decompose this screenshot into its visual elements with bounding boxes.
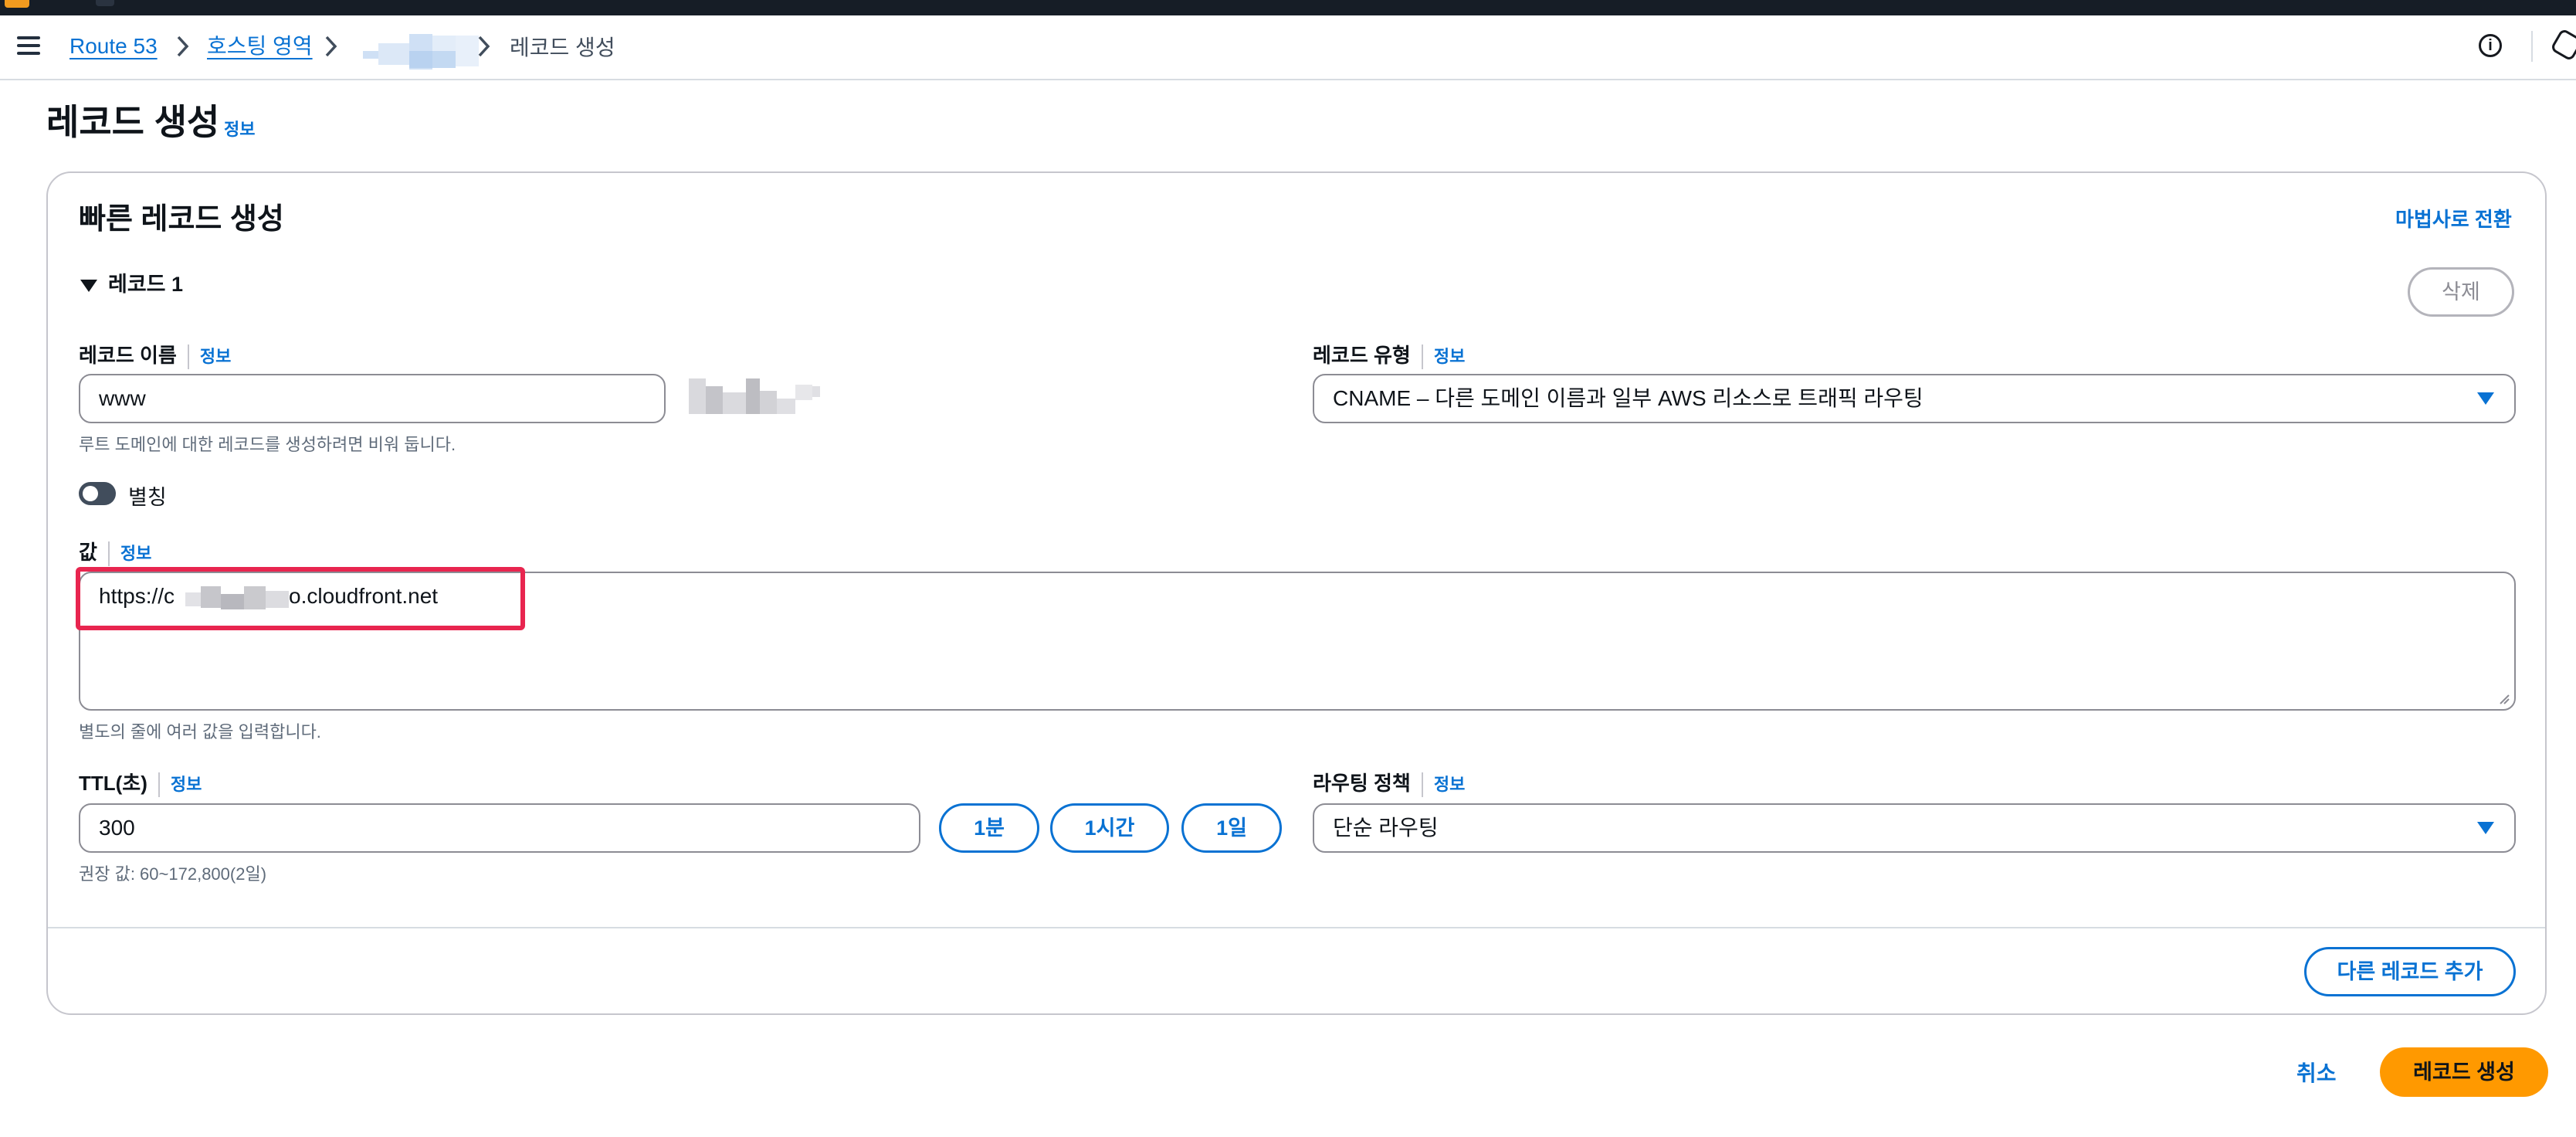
info-link[interactable]: 정보	[200, 347, 231, 366]
toggle-knob	[83, 486, 98, 501]
services-icon[interactable]	[96, 0, 114, 6]
info-link[interactable]: 정보	[120, 544, 151, 563]
record-type-value: CNAME – 다른 도메인 이름과 일부 AWS 리소스로 트래픽 라우팅	[1333, 386, 1924, 410]
breadcrumb-current: 레코드 생성	[510, 36, 615, 59]
cancel-button[interactable]: 취소	[2296, 1057, 2337, 1088]
record-name-label: 레코드 이름 정보	[79, 340, 231, 370]
divider	[48, 927, 2545, 928]
label-text: 레코드 이름	[79, 344, 177, 367]
alias-label: 별칭	[128, 486, 167, 509]
ttl-1hour-button[interactable]: 1시간	[1050, 803, 1169, 853]
ttl-hint: 권장 값: 60~172,800(2일)	[79, 864, 267, 884]
routing-policy-label: 라우팅 정책 정보	[1313, 768, 1465, 798]
record-name-hint: 루트 도메인에 대한 레코드를 생성하려면 비워 둡니다.	[79, 435, 456, 454]
ttl-1day-button[interactable]: 1일	[1181, 803, 1282, 853]
page-info-link[interactable]: 정보	[224, 116, 255, 141]
add-another-record-button[interactable]: 다른 레코드 추가	[2304, 947, 2516, 996]
aws-top-navigation	[0, 0, 2576, 15]
record-name-value: www	[99, 386, 146, 410]
divider	[107, 541, 110, 567]
redacted-domain[interactable]	[363, 31, 479, 70]
ttl-value: 300	[99, 816, 135, 840]
routing-policy-value: 단순 라우팅	[1333, 816, 1439, 840]
value-hint: 별도의 줄에 여러 값을 입력합니다.	[79, 722, 321, 742]
info-icon[interactable]: i	[2479, 34, 2502, 57]
routing-policy-select[interactable]: 단순 라우팅	[1313, 803, 2516, 853]
chevron-right-icon	[177, 36, 189, 57]
info-link[interactable]: 정보	[171, 775, 202, 794]
value-highlight-box	[76, 567, 525, 630]
alias-toggle[interactable]	[79, 482, 116, 505]
breadcrumb-route53[interactable]: Route 53	[69, 31, 158, 62]
info-link[interactable]: 정보	[1434, 775, 1465, 794]
caret-down-icon	[2477, 392, 2494, 405]
redacted-domain-suffix	[689, 378, 828, 417]
divider	[187, 344, 189, 370]
chevron-right-icon	[325, 36, 337, 57]
info-link[interactable]: 정보	[1434, 347, 1465, 366]
divider	[2531, 31, 2533, 62]
triangle-down-icon	[80, 279, 97, 292]
breadcrumb-link[interactable]: Route 53	[69, 34, 158, 58]
divider	[1421, 772, 1423, 798]
record-type-label: 레코드 유형 정보	[1313, 340, 1465, 370]
ttl-1min-button[interactable]: 1분	[939, 803, 1039, 853]
ttl-input[interactable]: 300	[79, 803, 920, 853]
divider	[158, 772, 160, 798]
caret-down-icon	[2477, 822, 2494, 834]
aws-logo-icon[interactable]	[5, 0, 29, 8]
ttl-label: TTL(초) 정보	[79, 768, 202, 798]
record-type-select[interactable]: CNAME – 다른 도메인 이름과 일부 AWS 리소스로 트래픽 라우팅	[1313, 374, 2516, 423]
chevron-right-icon	[478, 36, 490, 57]
card-title: 빠른 레코드 생성	[79, 203, 284, 236]
label-text: 라우팅 정책	[1313, 772, 1411, 795]
record-header-label: 레코드 1	[108, 273, 184, 296]
page-title: 레코드 생성	[46, 102, 220, 142]
label-text: 값	[79, 541, 97, 564]
record-name-input[interactable]: www	[79, 374, 666, 423]
menu-icon[interactable]	[17, 36, 40, 55]
resize-handle-icon[interactable]	[2499, 694, 2510, 704]
create-records-button[interactable]: 레코드 생성	[2380, 1047, 2548, 1097]
switch-to-wizard-link[interactable]: 마법사로 전환	[2395, 204, 2512, 232]
delete-button[interactable]: 삭제	[2408, 267, 2514, 317]
divider	[1421, 344, 1423, 370]
record-expander[interactable]: 레코드 1	[80, 267, 183, 297]
breadcrumb-link[interactable]: 호스팅 영역	[207, 34, 313, 58]
breadcrumb-hosted-zones[interactable]: 호스팅 영역	[207, 31, 313, 62]
label-text: 레코드 유형	[1313, 344, 1411, 367]
value-label: 값 정보	[79, 537, 151, 567]
label-text: TTL(초)	[79, 772, 147, 795]
